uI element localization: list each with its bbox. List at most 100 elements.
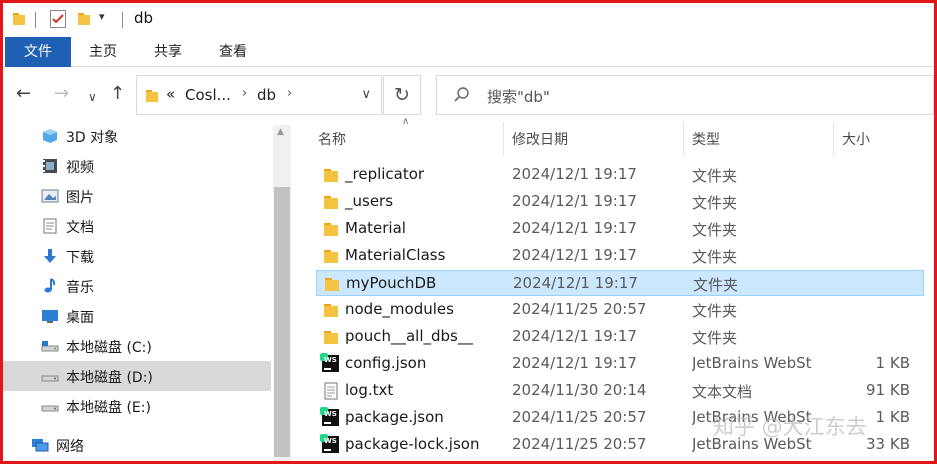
nav-label: 文档 — [66, 220, 94, 236]
file-row[interactable]: pouch__all_dbs__ 2024/12/1 19:17 文件夹 — [316, 324, 924, 350]
properties-check-icon[interactable] — [50, 10, 66, 28]
file-type: 文件夹 — [693, 276, 739, 294]
folder-icon — [324, 250, 338, 263]
tab-view[interactable]: 查看 — [203, 37, 263, 67]
network-icon — [32, 439, 49, 452]
navigation-pane: 3D 对象 视频 图片 文档 下载 音乐 桌面 本地磁盘 (C:) 本地磁盘 (… — [3, 125, 293, 461]
drive-icon — [41, 405, 59, 412]
nav-item-documents[interactable]: 文档 — [3, 211, 271, 241]
nav-item-pictures[interactable]: 图片 — [3, 181, 271, 211]
file-date: 2024/12/1 19:17 — [513, 274, 638, 292]
file-date: 2024/12/1 19:17 — [512, 327, 637, 345]
ribbon-tabs: 文件 主页 共享 查看 — [3, 37, 934, 67]
search-box[interactable]: 搜索"db" — [436, 75, 934, 115]
file-row[interactable]: node_modules 2024/11/25 20:57 文件夹 — [316, 297, 924, 323]
text-file-icon — [324, 382, 338, 400]
scroll-up-icon[interactable]: ▲ — [277, 127, 284, 137]
file-size: 1 KB — [875, 354, 910, 372]
customize-toolbar-icon[interactable]: ▾ — [99, 10, 105, 23]
tab-home[interactable]: 主页 — [73, 37, 133, 67]
download-icon — [44, 249, 56, 263]
watermark: 知乎 @大江东去 — [713, 415, 867, 439]
column-divider[interactable] — [833, 122, 834, 156]
nav-label: 桌面 — [66, 310, 94, 326]
chevron-right-icon[interactable]: › — [242, 86, 247, 101]
nav-item-downloads[interactable]: 下载 — [3, 241, 271, 271]
folder-icon — [324, 304, 338, 317]
file-name: pouch__all_dbs__ — [345, 327, 473, 345]
file-row[interactable]: Material 2024/12/1 19:17 文件夹 — [316, 216, 924, 242]
folder-icon — [324, 223, 338, 236]
nav-label: 本地磁盘 (C:) — [66, 340, 152, 356]
file-type: 文件夹 — [692, 248, 738, 266]
file-name: MaterialClass — [345, 246, 446, 264]
navigation-bar: ← → ∨ ↑ « Cosl... › db › ∨ ↻ 搜索"db" — [3, 67, 934, 125]
file-date: 2024/12/1 19:17 — [512, 246, 637, 264]
file-size: 91 KB — [866, 381, 910, 399]
file-row[interactable]: _users 2024/12/1 19:17 文件夹 — [316, 189, 924, 215]
sort-up-icon: ∧ — [402, 116, 410, 127]
column-header-date[interactable]: 修改日期 — [512, 129, 568, 149]
nav-item-3d-objects[interactable]: 3D 对象 — [3, 121, 271, 151]
refresh-icon[interactable]: ↻ — [383, 75, 421, 115]
folder-icon — [325, 278, 339, 291]
file-row[interactable]: _replicator 2024/12/1 19:17 文件夹 — [316, 162, 924, 188]
file-date: 2024/12/1 19:17 — [512, 354, 637, 372]
new-folder-icon[interactable] — [77, 12, 91, 26]
file-row[interactable]: log.txt 2024/11/30 20:14 文本文档 91 KB — [316, 378, 924, 404]
column-divider[interactable] — [683, 122, 684, 156]
back-arrow-icon[interactable]: ← — [16, 83, 31, 105]
file-date: 2024/12/1 19:17 — [512, 165, 637, 183]
chevron-right-icon[interactable]: › — [287, 86, 292, 101]
folder-icon — [324, 169, 338, 182]
folder-icon — [146, 90, 158, 102]
column-divider[interactable] — [503, 122, 504, 156]
separator — [35, 12, 36, 28]
separator — [122, 12, 123, 28]
file-type: 文件夹 — [692, 302, 738, 320]
file-type: 文件夹 — [692, 221, 738, 239]
nav-scrollbar-thumb[interactable] — [274, 187, 290, 457]
nav-label: 网络 — [56, 439, 84, 455]
file-date: 2024/11/25 20:57 — [512, 435, 647, 453]
file-row[interactable]: WS config.json 2024/12/1 19:17 JetBrains We… — [316, 351, 924, 377]
nav-item-network[interactable]: 网络 — [0, 430, 261, 460]
tab-file[interactable]: 文件 — [5, 37, 71, 67]
nav-item-videos[interactable]: 视频 — [3, 151, 271, 181]
file-name: package-lock.json — [345, 435, 480, 453]
tab-share[interactable]: 共享 — [138, 37, 198, 67]
column-header-name[interactable]: 名称 — [318, 129, 346, 149]
nav-item-desktop[interactable]: 桌面 — [3, 301, 271, 331]
nav-item-drive-e[interactable]: 本地磁盘 (E:) — [3, 391, 271, 421]
up-arrow-icon[interactable]: ↑ — [110, 83, 125, 105]
file-list: 名称 ∧ 修改日期 类型 大小 _replicator 2024/12/1 19:… — [293, 116, 934, 461]
column-header-type[interactable]: 类型 — [692, 129, 720, 149]
address-segment-current[interactable]: db — [257, 86, 276, 104]
file-row[interactable]: myPouchDB 2024/12/1 19:17 文件夹 — [316, 270, 924, 296]
file-row[interactable]: MaterialClass 2024/12/1 19:17 文件夹 — [316, 243, 924, 269]
file-name: myPouchDB — [346, 274, 437, 292]
documents-icon — [43, 218, 57, 234]
file-date: 2024/11/30 20:14 — [512, 381, 647, 399]
file-name: node_modules — [345, 300, 454, 318]
nav-label: 本地磁盘 (D:) — [66, 370, 153, 386]
folder-icon — [13, 13, 25, 25]
column-header-size[interactable]: 大小 — [842, 129, 870, 149]
nav-item-music[interactable]: 音乐 — [3, 271, 271, 301]
forward-arrow-icon[interactable]: → — [54, 83, 69, 105]
nav-item-drive-c[interactable]: 本地磁盘 (C:) — [3, 331, 271, 361]
file-name: package.json — [345, 408, 444, 426]
chevron-down-icon[interactable]: ∨ — [88, 86, 97, 108]
webstorm-file-icon: WS — [320, 353, 339, 372]
drive-icon — [41, 341, 59, 352]
nav-item-drive-d[interactable]: 本地磁盘 (D:) — [3, 361, 271, 391]
file-name: config.json — [345, 354, 427, 372]
address-bar[interactable]: « Cosl... › db › ∨ — [136, 75, 382, 115]
file-size: 1 KB — [875, 408, 910, 426]
address-segment-parent[interactable]: Cosl... — [185, 86, 231, 104]
file-type: 文件夹 — [692, 329, 738, 347]
chevron-down-icon[interactable]: ∨ — [361, 87, 371, 102]
file-date: 2024/12/1 19:17 — [512, 219, 637, 237]
address-overflow[interactable]: « — [166, 85, 175, 103]
music-icon — [44, 278, 56, 293]
